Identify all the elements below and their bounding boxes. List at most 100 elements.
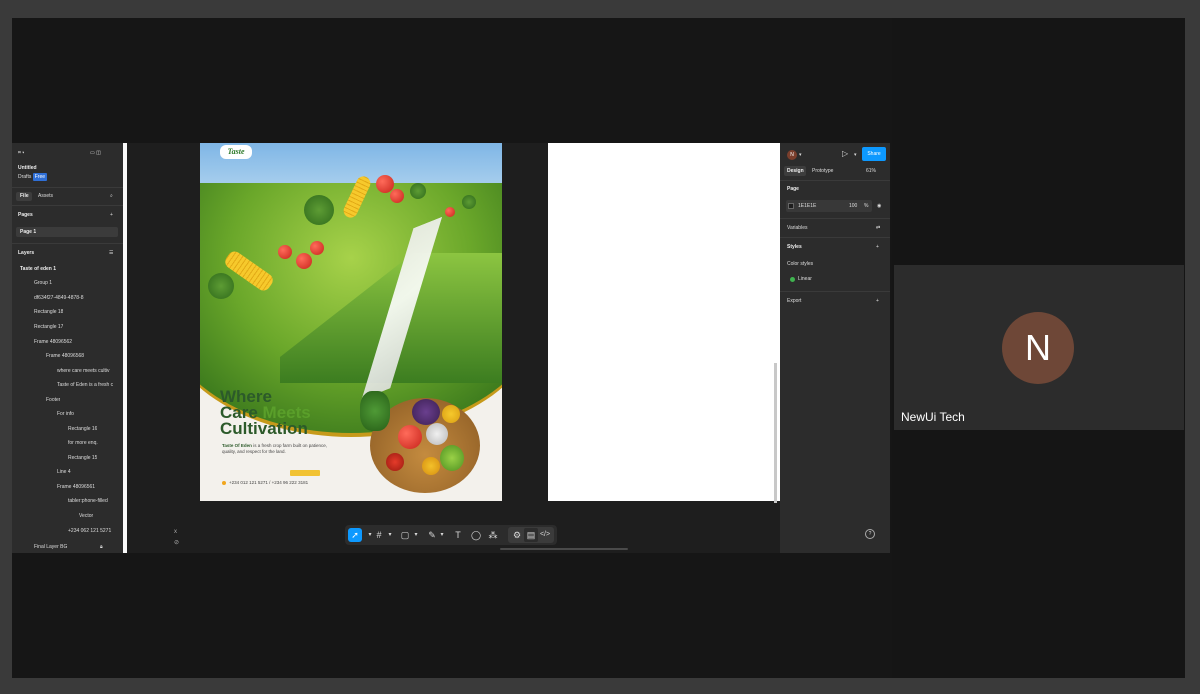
horizontal-scrollbar[interactable] [500, 548, 628, 550]
pepper-image [440, 445, 464, 471]
page-section-header: Page [787, 186, 799, 192]
layer-item[interactable]: tabler:phone-filled [68, 497, 120, 505]
close-mark[interactable]: x [174, 529, 177, 535]
actions-tool-icon[interactable]: ⁂ [486, 528, 500, 542]
linear-style[interactable]: Linear [798, 275, 812, 283]
mode-toggle-group: ⚙ ▤ </> [508, 527, 554, 543]
poster-headline: Where Care Meets Cultivation [220, 388, 360, 438]
layer-item[interactable]: Rectangle 15 [68, 454, 97, 462]
divider [780, 291, 890, 292]
dev-mode-icon[interactable]: </> [538, 528, 552, 542]
variables-icon[interactable]: ⇄ [876, 224, 880, 232]
broccoli-image [304, 195, 334, 225]
drafts-label: Drafts Free [18, 173, 48, 181]
divider [12, 187, 124, 188]
figma-menu-icon[interactable]: ⌗ ▾ [18, 149, 24, 157]
tab-prototype[interactable]: Prototype [812, 167, 833, 175]
broccoli-image [462, 195, 476, 209]
layer-item[interactable]: +234 062 121 5271 [68, 527, 120, 535]
layers-header: Layers [18, 250, 35, 256]
layer-item[interactable]: Frame 48096568 [46, 352, 84, 360]
layer-item[interactable]: Rectangle 18 [34, 308, 63, 316]
layer-item[interactable]: Taste of eden 1 [20, 265, 56, 273]
lock-icon[interactable]: 🔒︎ [100, 543, 103, 551]
layer-item[interactable]: Vector [79, 512, 93, 520]
help-button[interactable]: ? [865, 529, 875, 539]
herbs-image [360, 391, 390, 431]
search-layers-icon[interactable]: ▭ ◫ [90, 149, 101, 157]
page-item[interactable]: Page 1 [20, 228, 36, 236]
tomato-image [296, 253, 312, 269]
phone-text: +234 012 121 5271 / +234 96 222 3181 [229, 480, 309, 485]
participant-avatar: N [1002, 312, 1074, 384]
move-tool-icon[interactable]: ➚ [348, 528, 362, 542]
design-mode-icon[interactable]: ▤ [524, 528, 538, 542]
divider [780, 237, 890, 238]
vegetable-basket-image [350, 383, 490, 493]
blank-frame[interactable] [548, 143, 780, 501]
chevron-down-icon[interactable]: ▾ [854, 151, 857, 159]
add-style-icon[interactable]: + [876, 243, 879, 251]
add-page-icon[interactable]: + [110, 211, 113, 219]
participant-tile[interactable]: N NewUi Tech [894, 265, 1184, 430]
onion-image [426, 423, 448, 445]
headline-line-4: Cultivation [220, 419, 308, 438]
broccoli-image [410, 183, 426, 199]
export-label[interactable]: Export [787, 297, 801, 305]
layer-item[interactable]: df634f27-4849-4878-8 [34, 294, 84, 302]
linear-style-swatch [790, 277, 795, 282]
layer-item[interactable]: Rectangle 17 [34, 323, 63, 331]
layer-item[interactable]: Taste of Eden is a fresh c [57, 381, 119, 389]
divider [12, 205, 124, 206]
file-name[interactable]: Untitled [18, 164, 37, 172]
layer-item[interactable]: Line 4 [57, 468, 71, 476]
zoom-level[interactable]: 61% [866, 167, 876, 175]
figma-editor: ⌗ ▾ ▭ ◫ Untitled Drafts Free File Assets… [12, 143, 890, 553]
layer-item[interactable]: for more enq. [68, 439, 98, 447]
cabbage-image [412, 399, 440, 425]
layer-item[interactable]: Frame 48096561 [57, 483, 95, 491]
tomato-image [310, 241, 324, 255]
canvas[interactable]: Taste Where Care Meets Cultivation Taste… [127, 143, 780, 553]
layer-item[interactable]: where care meets cultiv [57, 367, 119, 375]
chevron-down-icon[interactable]: ▾ [799, 151, 802, 159]
vertical-scrollbar[interactable] [774, 363, 777, 503]
layer-item[interactable]: Final Layer BG [34, 543, 67, 551]
page-opacity-value[interactable]: 100 [849, 202, 857, 210]
tomato-image [445, 207, 455, 217]
user-avatar[interactable]: N [787, 150, 797, 160]
tab-design[interactable]: Design [787, 167, 804, 175]
broccoli-image [208, 273, 234, 299]
layers-options-icon[interactable]: ☰ [109, 249, 113, 257]
comment-tool-icon[interactable]: ◯ [469, 528, 483, 542]
layers-panel: ⌗ ▾ ▭ ◫ Untitled Drafts Free File Assets… [12, 143, 124, 553]
present-play-icon[interactable]: ▷ [842, 149, 848, 159]
layer-item[interactable]: Footer [46, 396, 60, 404]
pepper-image [422, 457, 440, 475]
page-color-value[interactable]: 1E1E1E [798, 202, 816, 210]
chevron-down-icon[interactable]: ▾ [409, 528, 423, 542]
eye-icon[interactable]: ◉ [877, 202, 881, 210]
layer-item[interactable]: Rectangle 16 [68, 425, 97, 433]
styles-header: Styles [787, 244, 802, 250]
settings-icon[interactable]: ⊘ [174, 539, 179, 546]
divider [780, 180, 890, 181]
search-icon[interactable]: ⌕ [110, 192, 113, 200]
poster-tagline: Taste Of Eden is a fresh crop farm built… [222, 443, 342, 455]
tab-assets[interactable]: Assets [38, 192, 53, 200]
chevron-down-icon[interactable]: ▾ [383, 528, 397, 542]
layer-item[interactable]: Frame 48096562 [34, 338, 72, 346]
tab-file[interactable]: File [20, 192, 29, 200]
variables-label[interactable]: Variables [787, 224, 807, 232]
chevron-down-icon[interactable]: ▾ [435, 528, 449, 542]
page-color-swatch[interactable] [788, 203, 794, 209]
share-button[interactable]: Share [862, 147, 886, 161]
text-tool-icon[interactable]: T [451, 528, 465, 542]
add-export-icon[interactable]: + [876, 297, 879, 305]
poster-logo: Taste [220, 145, 252, 159]
tomato-image [398, 425, 422, 449]
layer-item[interactable]: For info [57, 410, 74, 418]
layer-item[interactable]: Group 1 [34, 279, 52, 287]
draw-mode-icon[interactable]: ⚙ [510, 528, 524, 542]
poster-frame[interactable]: Taste Where Care Meets Cultivation Taste… [200, 143, 502, 501]
